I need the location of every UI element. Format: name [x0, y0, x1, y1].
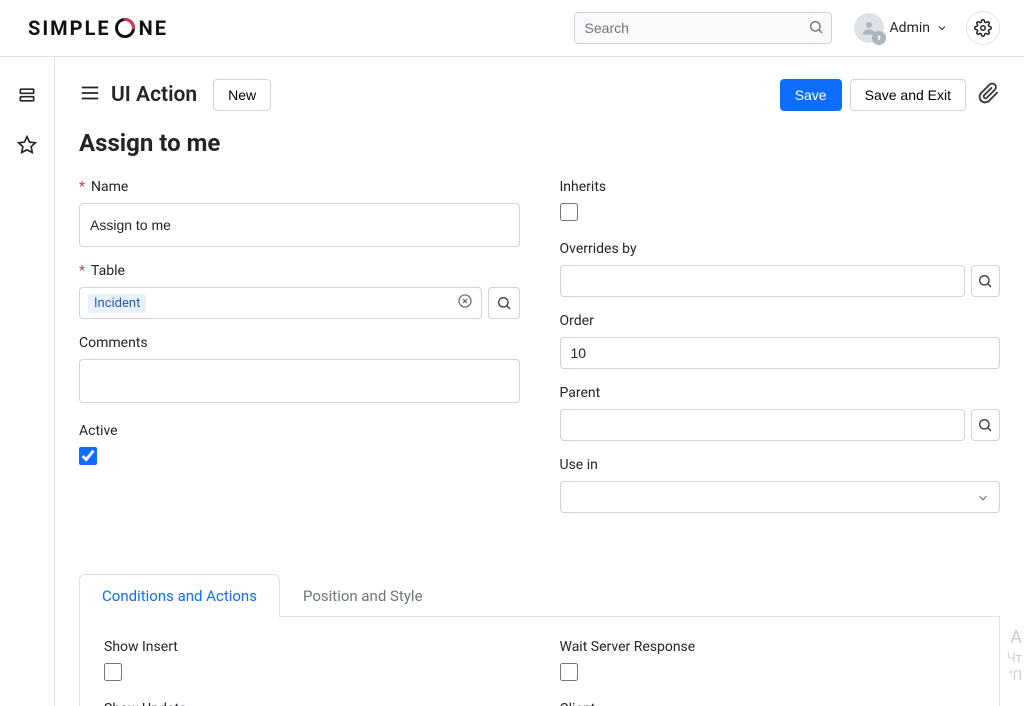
entity-title: UI Action [111, 83, 197, 107]
ghost-line-1: А [1007, 625, 1022, 650]
new-button[interactable]: New [213, 79, 271, 111]
tab-conditions[interactable]: Conditions and Actions [79, 574, 280, 617]
form-left-column: Name Table Incident [79, 179, 520, 529]
global-header: SIMPLE NE Admin [0, 0, 1024, 57]
page-title: Assign to me [79, 129, 1000, 157]
inherits-label: Inherits [560, 179, 1001, 195]
save-button[interactable]: Save [780, 79, 842, 111]
search-icon [808, 19, 824, 39]
left-rail [0, 57, 55, 706]
parent-lookup-button[interactable] [971, 409, 1000, 441]
name-field[interactable] [79, 203, 520, 247]
table-label: Table [79, 263, 520, 279]
search-input[interactable] [574, 12, 832, 44]
user-name: Admin [890, 20, 930, 36]
show-insert-label: Show Insert [104, 639, 520, 655]
star-icon [17, 135, 37, 155]
comments-field[interactable] [79, 359, 520, 403]
hamburger-icon[interactable] [79, 82, 101, 108]
name-label: Name [79, 179, 520, 195]
record-toolbar: UI Action New Save Save and Exit [79, 79, 1000, 111]
brand-text-right: NE [139, 16, 168, 40]
active-label: Active [79, 423, 520, 439]
ghost-line-2: Чт [1007, 650, 1022, 668]
use-in-select[interactable] [560, 481, 1001, 513]
show-update-label: Show Update [104, 701, 520, 706]
save-exit-button[interactable]: Save and Exit [850, 79, 966, 111]
form-right-column: Inherits Overrides by Order [560, 179, 1001, 529]
brand-logo: SIMPLE NE [28, 16, 168, 40]
client-label: Client [560, 701, 976, 706]
tab-panel-conditions: Show Insert Show Update Wait Server Resp… [79, 617, 1000, 706]
use-in-label: Use in [560, 457, 1001, 473]
clear-icon[interactable] [457, 293, 473, 313]
overrides-label: Overrides by [560, 241, 1001, 257]
search-icon [977, 273, 993, 289]
global-search [574, 12, 832, 44]
show-insert-checkbox[interactable] [104, 663, 122, 681]
overrides-field[interactable] [560, 265, 965, 297]
parent-label: Parent [560, 385, 1001, 401]
paperclip-icon [978, 82, 1000, 104]
rail-item-lists[interactable] [17, 85, 37, 109]
table-field[interactable]: Incident [79, 287, 482, 319]
table-lookup-button[interactable] [488, 287, 520, 319]
attachment-button[interactable] [978, 82, 1000, 108]
ghost-line-3: "П [1007, 668, 1022, 686]
rail-item-favorites[interactable] [17, 135, 37, 159]
form: Name Table Incident [79, 179, 1000, 529]
user-menu[interactable]: Admin [854, 13, 948, 43]
avatar-badge-icon [872, 31, 886, 45]
lists-icon [17, 85, 37, 105]
comments-label: Comments [79, 335, 520, 351]
search-icon [496, 295, 512, 311]
gear-icon [974, 19, 992, 37]
active-checkbox[interactable] [79, 447, 97, 465]
search-icon [977, 417, 993, 433]
brand-text-left: SIMPLE [28, 16, 111, 40]
main-content: UI Action New Save Save and Exit Assign … [55, 57, 1024, 706]
table-token: Incident [88, 294, 146, 313]
wait-server-label: Wait Server Response [560, 639, 976, 655]
wait-server-checkbox[interactable] [560, 663, 578, 681]
tabs: Conditions and Actions Position and Styl… [79, 573, 1000, 617]
parent-field[interactable] [560, 409, 965, 441]
brand-ring-icon [113, 16, 137, 40]
inherits-checkbox[interactable] [560, 203, 578, 221]
overrides-lookup-button[interactable] [971, 265, 1000, 297]
tab-position[interactable]: Position and Style [280, 574, 446, 617]
order-label: Order [560, 313, 1001, 329]
settings-button[interactable] [966, 11, 1000, 45]
ghost-overlay: А Чт "П [1007, 625, 1022, 687]
avatar [854, 13, 884, 43]
order-field[interactable] [560, 337, 1001, 369]
chevron-down-icon [936, 22, 948, 34]
